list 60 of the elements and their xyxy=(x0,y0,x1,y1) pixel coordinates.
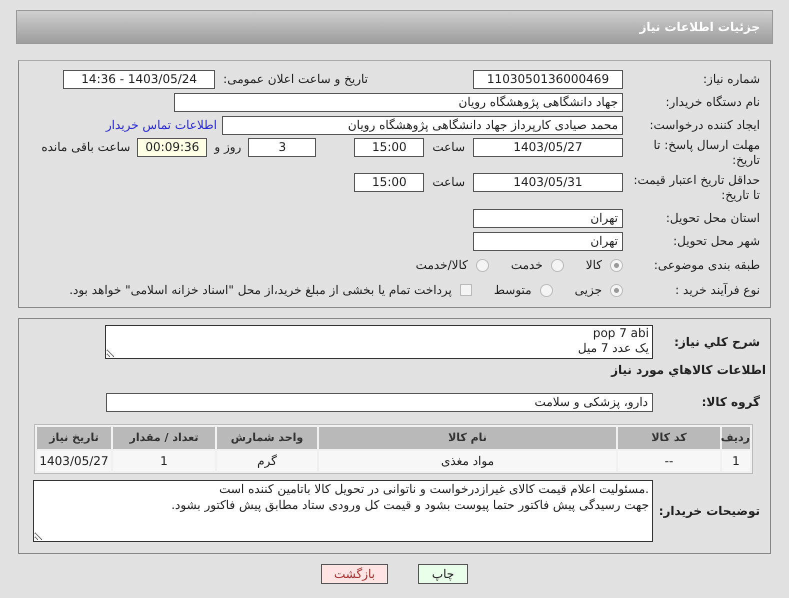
field-label: روز و xyxy=(214,139,242,156)
column-header: کد کالا xyxy=(618,427,720,449)
text-field[interactable]: 3 xyxy=(248,138,316,157)
table-cell: -- xyxy=(618,451,720,471)
text-field[interactable]: 1403/05/27 xyxy=(473,138,623,157)
buyer-contact-link[interactable]: اطلاعات تماس خریدار xyxy=(106,116,217,134)
field-label: شرح کلي نياز: xyxy=(673,334,761,350)
field-label: طبقه بندی موضوعی: xyxy=(652,258,761,272)
table-cell: 1 xyxy=(113,451,215,471)
buyer-notes-text-area[interactable]: .مسئولیت اعلام قیمت کالای غیرازدرخواست و ناتوانی در تحویل کالا باتامین کننده است جهت رسیدگی پیش فاکتور حتما پیوست بشود و قیمت کل ورودی ستاد مطابق پیش فاکتور بشود. xyxy=(33,480,653,542)
option-label: پرداخت تمام یا بخشی از مبلغ خرید،از محل "اسناد خزانه اسلامی" خواهد بود. xyxy=(69,282,452,299)
radio-button[interactable] xyxy=(610,284,623,296)
option-label: کالا/خدمت xyxy=(416,257,468,274)
field-label: توضیحات خریدار: xyxy=(658,504,761,518)
field-label: نوع فرآیند خرید : xyxy=(674,282,761,298)
text-field[interactable]: تهران xyxy=(473,208,623,228)
field-label: ساعت باقی مانده xyxy=(41,139,130,156)
page-title: جزئیات اطلاعات نیاز xyxy=(639,19,760,36)
field-label: نام دستگاه خریدار: xyxy=(664,94,761,110)
option-label: جزیی xyxy=(574,282,602,299)
table-cell: 1 xyxy=(722,451,750,471)
field-label: استان محل تحویل: xyxy=(664,210,761,226)
column-header: تاریخ نیاز xyxy=(37,427,111,449)
field-label: ایجاد کننده درخواست: xyxy=(648,118,761,132)
table-cell: 1403/05/27 xyxy=(37,451,111,471)
column-header: تعداد / مقدار xyxy=(113,427,215,449)
checkbox[interactable] xyxy=(460,284,472,296)
back-button[interactable]: بازگشت xyxy=(321,564,388,584)
field-label: شماره نیاز: xyxy=(702,72,761,86)
option-label: خدمت xyxy=(510,257,543,274)
radio-button[interactable] xyxy=(540,284,553,296)
section-title: اطلاعات کالاهاي مورد نياز xyxy=(610,362,767,379)
text-field[interactable]: محمد صیادی کارپرداز جهاد دانشگاهی پژوهشگاه رویان xyxy=(222,116,623,134)
field-label: گروه کالا: xyxy=(700,395,761,410)
text-field[interactable]: جهاد دانشگاهی پژوهشگاه رویان xyxy=(174,92,623,112)
column-header: نام کالا xyxy=(319,427,616,449)
field-label: مهلت ارسال پاسخ: تا تاریخ: xyxy=(652,138,761,168)
field-label: تاریخ و ساعت اعلان عمومی: xyxy=(223,71,368,88)
option-label: متوسط xyxy=(494,282,532,299)
field-label: حداقل تاریخ اعتبار قیمت: تا تاریخ: xyxy=(632,173,761,203)
text-field[interactable]: دارو، پزشکی و سلامت xyxy=(106,393,653,412)
table-cell: گرم xyxy=(217,451,317,471)
text-field[interactable]: 1403/05/31 xyxy=(473,173,623,192)
print-button[interactable]: چاپ xyxy=(418,564,468,584)
radio-button[interactable] xyxy=(550,258,564,272)
radio-button[interactable] xyxy=(476,258,489,272)
text-field[interactable]: 15:00 xyxy=(354,173,424,192)
text-field[interactable]: 1103050136000469 xyxy=(473,70,623,88)
field-label: شهر محل تحویل: xyxy=(672,234,761,248)
column-header: ردیف xyxy=(722,427,750,449)
text-field[interactable]: 1403/05/24 - 14:36 xyxy=(63,70,216,88)
text-field[interactable]: 15:00 xyxy=(354,138,424,157)
radio-button[interactable] xyxy=(610,258,623,272)
field-label: ساعت xyxy=(432,139,465,156)
text-field[interactable]: تهران xyxy=(473,232,623,250)
text-field[interactable]: 00:09:36 xyxy=(137,138,208,157)
column-header: واحد شمارش xyxy=(217,427,317,449)
option-label: کالا xyxy=(586,257,602,274)
field-label: ساعت xyxy=(432,174,465,191)
table-cell: مواد مغذی xyxy=(319,451,616,471)
